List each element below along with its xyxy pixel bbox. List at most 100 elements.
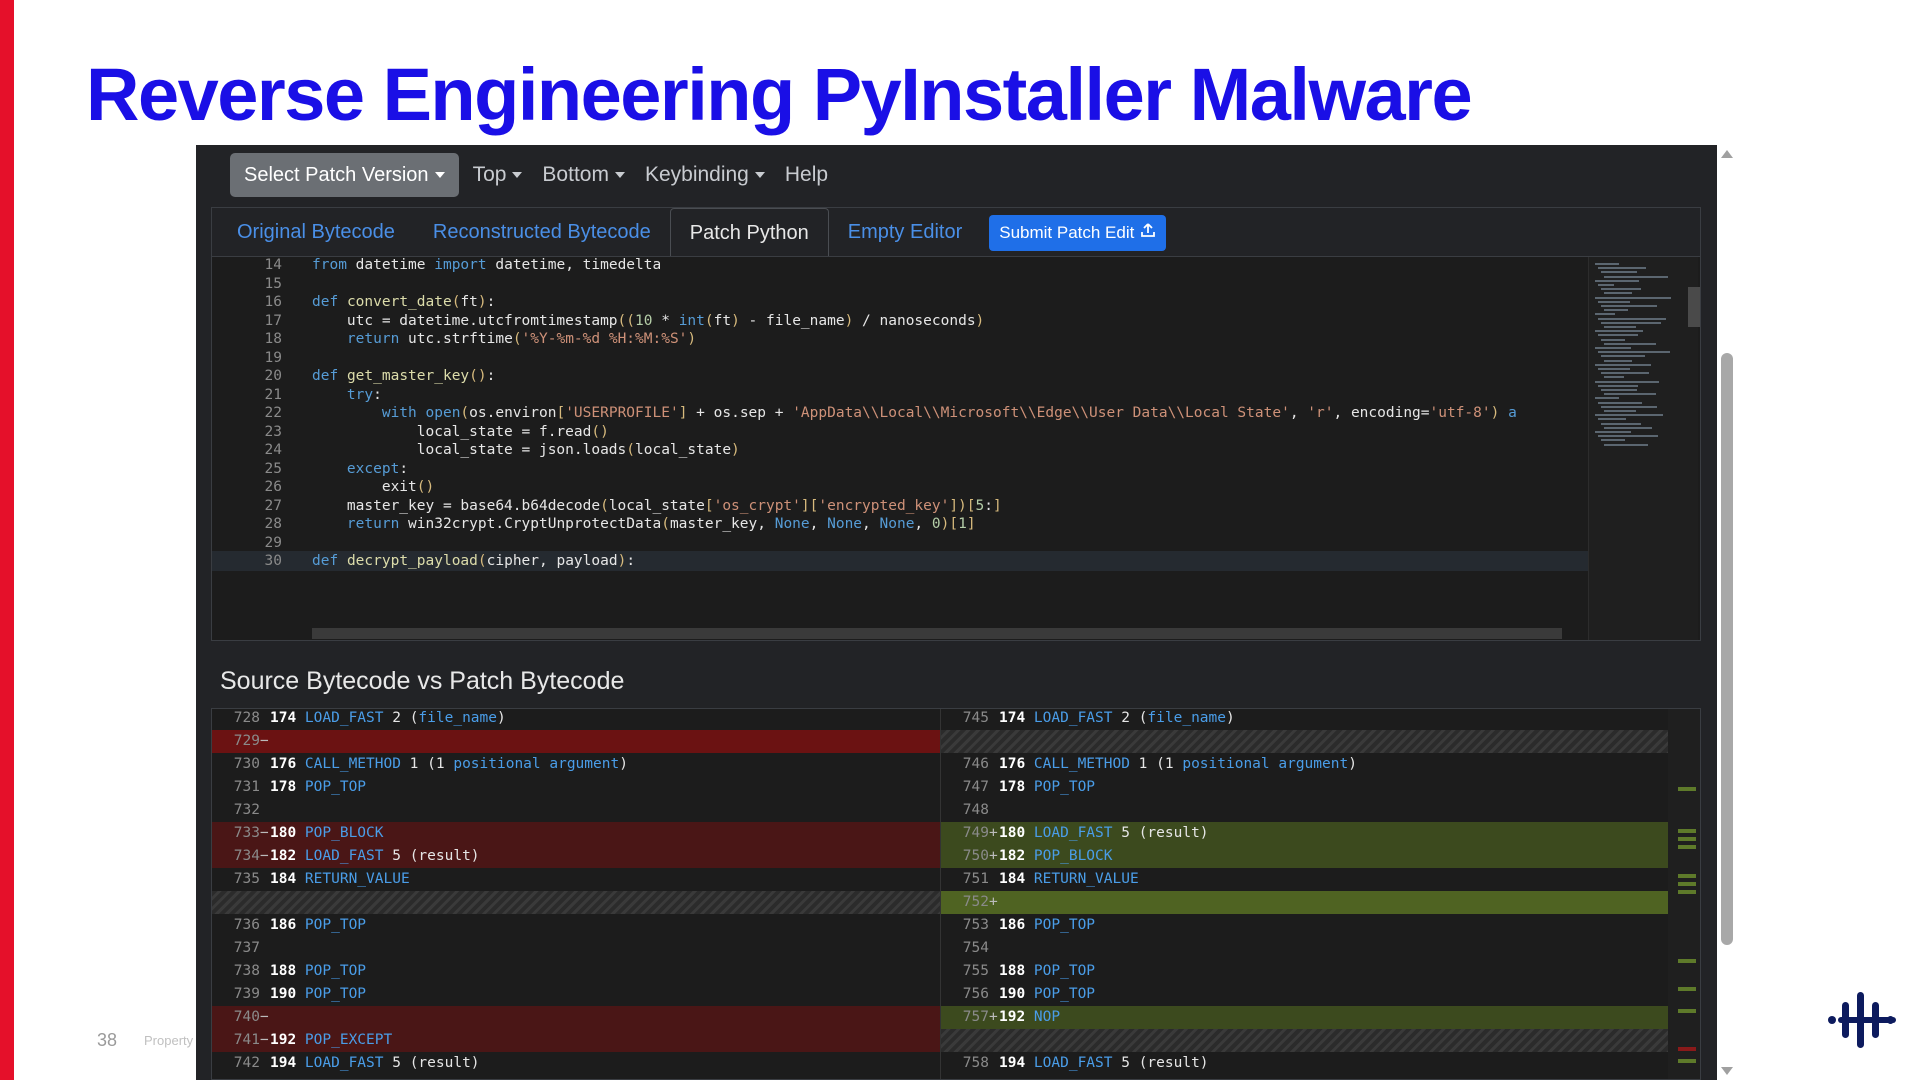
diff-row[interactable]: 734−182 LOAD_FAST 5 (result) [212, 845, 940, 868]
diff-row[interactable]: 737 [212, 937, 940, 960]
code-line[interactable]: 27 master_key = base64.b64decode(local_s… [212, 496, 1642, 516]
diff-row[interactable]: 745 174 LOAD_FAST 2 (file_name) [941, 709, 1668, 730]
diff-row[interactable] [941, 730, 1668, 753]
code-editor[interactable]: 30 def decrypt_payload(cipher, payload): 2… [211, 256, 1701, 641]
diff-row[interactable]: 742 194 LOAD_FAST 5 (result) [212, 1052, 940, 1075]
diff-instruction: 186 POP_TOP [270, 917, 367, 933]
diff-instruction: 192 NOP [999, 1009, 1061, 1025]
caret-down-icon [512, 172, 523, 178]
editor-scrollbar-vertical[interactable] [1688, 287, 1700, 327]
minimap-line [1595, 347, 1631, 349]
diff-line-number: 753 [962, 917, 989, 933]
line-number: 17 [264, 312, 282, 329]
upload-icon [1140, 222, 1156, 243]
scroll-down-arrow-icon[interactable] [1721, 1067, 1733, 1075]
code-line[interactable]: 18 return utc.strftime('%Y-%m-%d %H:%M:%… [212, 329, 1642, 349]
diff-overview-ruler[interactable] [1668, 709, 1700, 1079]
diff-row[interactable]: 732 [212, 799, 940, 822]
code-line[interactable]: 20 def get_master_key(): [212, 366, 1642, 386]
minimap-line [1598, 267, 1646, 270]
diff-row[interactable]: 751 184 RETURN_VALUE [941, 868, 1668, 891]
nav-keybinding[interactable]: Keybinding [645, 163, 765, 187]
code-text: return utc.strftime('%Y-%m-%d %H:%M:%S') [346, 331, 697, 347]
code-line[interactable]: 28 return win32crypt.CryptUnprotectData(… [212, 514, 1642, 534]
minimap-line [1598, 435, 1658, 438]
line-number: 14 [264, 257, 282, 273]
diff-row[interactable]: 750 +182 POP_BLOCK [941, 845, 1668, 868]
minimap-line [1601, 422, 1641, 425]
tab-empty-editor[interactable]: Empty Editor [829, 208, 981, 258]
diff-row[interactable]: 728 174 LOAD_FAST 2 (file_name) [212, 709, 940, 730]
diff-section-title: Source Bytecode vs Patch Bytecode [220, 667, 625, 695]
diff-row[interactable]: 733−180 POP_BLOCK [212, 822, 940, 845]
diff-row[interactable]: 747 178 POP_TOP [941, 776, 1668, 799]
diff-row[interactable]: 753 186 POP_TOP [941, 914, 1668, 937]
select-patch-version-button[interactable]: Select Patch Version [230, 153, 459, 197]
nav-top[interactable]: Top [473, 163, 523, 187]
diff-row[interactable]: 752 + [941, 891, 1668, 914]
diff-row[interactable] [212, 891, 940, 914]
page-scrollbar[interactable] [1717, 145, 1737, 1080]
code-line[interactable]: 24 local_state = json.loads(local_state) [212, 440, 1642, 460]
tab-patch-python[interactable]: Patch Python [669, 207, 829, 260]
diff-instruction: 184 RETURN_VALUE [270, 871, 410, 887]
diff-row[interactable]: 735 184 RETURN_VALUE [212, 868, 940, 891]
diff-row[interactable]: 731 178 POP_TOP [212, 776, 940, 799]
diff-row[interactable]: 757 +192 NOP [941, 1006, 1668, 1029]
code-line[interactable]: 15 [212, 274, 1642, 294]
bytecode-diff-view[interactable]: 728 174 LOAD_FAST 2 (file_name) 729−730 176… [211, 708, 1701, 1080]
diff-instruction: 174 LOAD_FAST 2 (file_name) [999, 710, 1235, 726]
diff-row[interactable] [941, 1029, 1668, 1052]
minimap-line [1604, 443, 1648, 446]
diff-line-number: 737 [233, 940, 260, 956]
diff-row[interactable]: 741−192 POP_EXCEPT [212, 1029, 940, 1052]
diff-instruction: 176 CALL_METHOD 1 (1 positional argument… [999, 756, 1357, 772]
diff-row[interactable]: 748 [941, 799, 1668, 822]
code-text: def convert_date(ft): [312, 294, 496, 310]
editor-scrollbar-horizontal[interactable] [312, 628, 1562, 639]
diff-row[interactable]: 756 190 POP_TOP [941, 983, 1668, 1006]
code-line[interactable]: 25 except: [212, 459, 1642, 479]
diff-row[interactable]: 740− [212, 1006, 940, 1029]
diff-line-number: 747 [962, 779, 989, 795]
submit-patch-edit-button[interactable]: Submit Patch Edit [989, 214, 1167, 251]
patch-app: Select Patch Version Top Bottom Keybindi… [196, 145, 1717, 1080]
scroll-up-arrow-icon[interactable] [1721, 150, 1733, 158]
diff-overview-mark [1678, 845, 1696, 849]
minimap-line [1595, 313, 1615, 316]
line-number: 16 [264, 294, 282, 310]
tab-reconstructed-bytecode[interactable]: Reconstructed Bytecode [414, 208, 670, 258]
code-line[interactable]: 19 [212, 348, 1642, 368]
diff-row[interactable]: 730 176 CALL_METHOD 1 (1 positional argum… [212, 753, 940, 776]
diff-row[interactable]: 754 [941, 937, 1668, 960]
diff-row[interactable]: 736 186 POP_TOP [212, 914, 940, 937]
page-scrollbar-thumb[interactable] [1721, 353, 1733, 945]
minimap-line [1604, 326, 1636, 328]
line-number: 15 [264, 275, 282, 292]
code-line[interactable]: 30 def decrypt_payload(cipher, payload): [212, 551, 1642, 571]
editor-minimap[interactable] [1588, 257, 1698, 640]
tab-original-bytecode[interactable]: Original Bytecode [218, 208, 414, 258]
nav-bottom[interactable]: Bottom [542, 163, 625, 187]
diff-row[interactable]: 755 188 POP_TOP [941, 960, 1668, 983]
code-line[interactable]: 14 from datetime import datetime, timedel… [212, 257, 1642, 275]
diff-row[interactable]: 758 194 LOAD_FAST 5 (result) [941, 1052, 1668, 1075]
code-line[interactable]: 21 try: [212, 385, 1642, 405]
code-line[interactable]: 16 def convert_date(ft): [212, 292, 1642, 312]
diff-row[interactable]: 746 176 CALL_METHOD 1 (1 positional argum… [941, 753, 1668, 776]
source-bytecode-pane[interactable]: 728 174 LOAD_FAST 2 (file_name) 729−730 176… [212, 709, 940, 1079]
code-line[interactable]: 22 with open(os.environ['USERPROFILE'] +… [212, 403, 1642, 423]
minimap-line [1601, 439, 1625, 442]
diff-row[interactable]: 749 +180 LOAD_FAST 5 (result) [941, 822, 1668, 845]
code-line[interactable]: 17 utc = datetime.utcfromtimestamp((10 *… [212, 311, 1642, 331]
patch-bytecode-pane[interactable]: 745 174 LOAD_FAST 2 (file_name) 746 176 CAL… [940, 709, 1668, 1079]
diff-row[interactable]: 739 190 POP_TOP [212, 983, 940, 1006]
nav-help[interactable]: Help [785, 163, 828, 187]
code-line[interactable]: 26 exit() [212, 477, 1642, 497]
diff-overview-mark [1678, 787, 1696, 791]
diff-row[interactable]: 738 188 POP_TOP [212, 960, 940, 983]
code-line[interactable]: 23 local_state = f.read() [212, 422, 1642, 442]
diff-instruction: 188 POP_TOP [999, 963, 1096, 979]
code-line[interactable]: 29 [212, 533, 1642, 553]
diff-row[interactable]: 729− [212, 730, 940, 753]
